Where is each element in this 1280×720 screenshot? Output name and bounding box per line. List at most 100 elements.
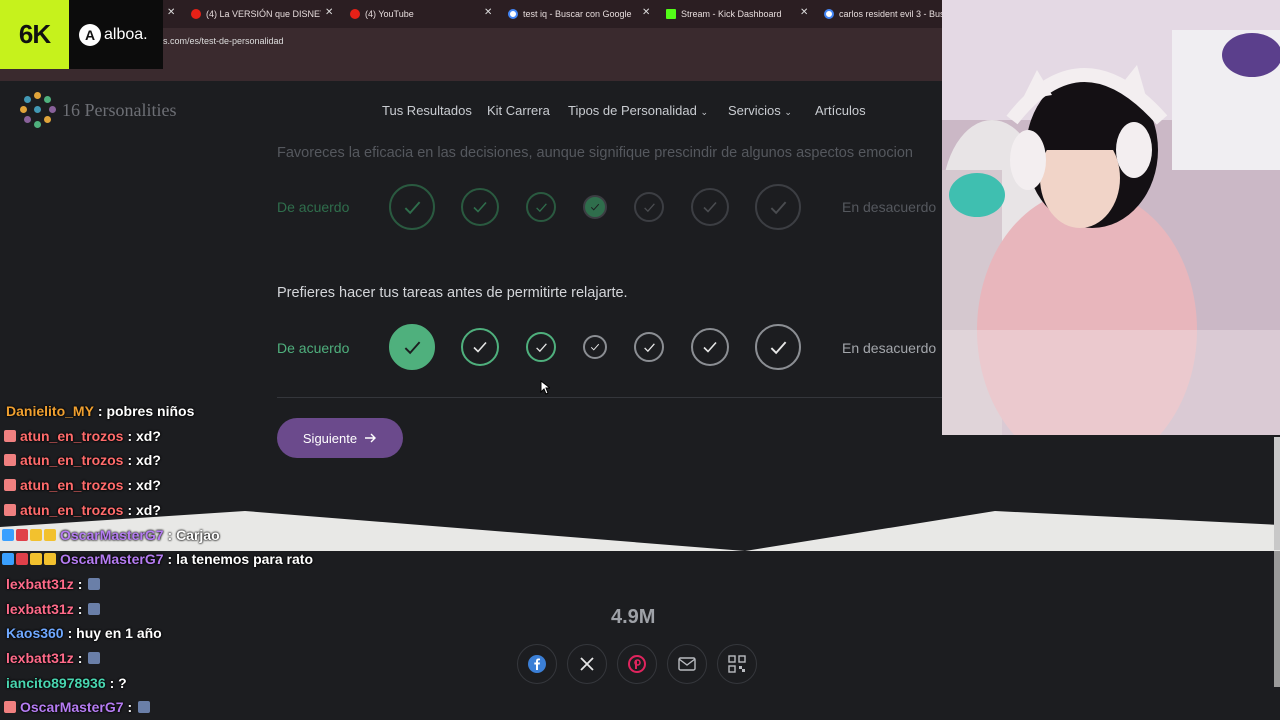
likert-option-2[interactable] [461, 328, 499, 366]
chat-message: atun_en_trozos: xd? [4, 452, 161, 468]
likert-option-6[interactable] [691, 188, 729, 226]
check-icon [535, 202, 547, 212]
chat-badge-icon [44, 553, 56, 566]
scrollbar-thumb[interactable] [1274, 437, 1280, 550]
url-text: s.com/es/test-de-personalidad [163, 36, 284, 46]
likert-option-1[interactable] [389, 184, 435, 230]
chat-message: Danielito_MY: pobres niños [4, 403, 194, 419]
likert-option-4[interactable] [583, 195, 607, 219]
youtube-icon [350, 9, 360, 19]
question-1-text: Favoreces la eficacia en las decisiones,… [277, 145, 913, 161]
likert-option-5[interactable] [634, 332, 664, 362]
nav-kit-carrera[interactable]: Kit Carrera [487, 103, 550, 118]
tab-label: Stream - Kick Dashboard [681, 9, 782, 19]
alboa-text: alboa. [104, 25, 148, 43]
chat-username: OscarMasterG7 [20, 699, 124, 716]
likert-option-7[interactable] [755, 324, 801, 370]
section-divider [277, 397, 942, 398]
close-icon[interactable]: ✕ [325, 7, 333, 18]
likert-option-5[interactable] [634, 192, 664, 222]
chat-username: OscarMasterG7 [60, 526, 164, 543]
likert-option-3[interactable] [526, 192, 556, 222]
pinterest-share-button[interactable] [617, 644, 657, 684]
email-share-button[interactable] [667, 644, 707, 684]
check-icon [770, 341, 786, 354]
tab-youtube[interactable]: (4) YouTube [350, 4, 480, 24]
chat-message: OscarMasterG7: [4, 699, 152, 715]
chat-badge-icon [2, 528, 14, 541]
youtube-icon [191, 9, 201, 19]
nav-articulos[interactable]: Artículos [815, 103, 866, 118]
chat-text: : [127, 699, 133, 716]
chat-username: atun_en_trozos [20, 501, 124, 518]
x-share-button[interactable] [567, 644, 607, 684]
chat-text: : xd? [127, 452, 161, 469]
chat-message: atun_en_trozos: xd? [4, 502, 161, 518]
qr-code-icon [728, 655, 746, 673]
next-button[interactable]: Siguiente [277, 418, 403, 458]
likert-option-1[interactable] [389, 324, 435, 370]
logo-text: 16 Personalities [62, 99, 177, 120]
chat-username: atun_en_trozos [20, 452, 124, 469]
likert-option-7[interactable] [755, 184, 801, 230]
webcam-feed [942, 0, 1280, 435]
tab-disney-video[interactable]: (4) La VERSIÓN que DISNEY nu [191, 4, 321, 24]
logo-dots-icon [20, 92, 56, 128]
tab-label: (4) YouTube [365, 9, 414, 19]
nav-label: Servicios [728, 103, 781, 118]
qr-share-button[interactable] [717, 644, 757, 684]
nav-tipos-personalidad[interactable]: Tipos de Personalidad ⌄ [568, 103, 708, 118]
check-icon [473, 201, 487, 213]
facebook-share-button[interactable] [517, 644, 557, 684]
check-icon [473, 341, 487, 353]
likert-option-3[interactable] [526, 332, 556, 362]
chat-message: atun_en_trozos: xd? [4, 477, 161, 493]
chat-message: Kaos360: huy en 1 año [4, 625, 162, 641]
overlay-alboa-logo: A alboa. [69, 0, 163, 69]
emote-icon [88, 652, 101, 664]
chat-text: : xd? [127, 427, 161, 444]
close-icon[interactable]: ✕ [484, 7, 492, 18]
tab-google-carlos[interactable]: carlos resident evil 3 - Buscar [824, 4, 942, 24]
close-icon[interactable]: ✕ [800, 7, 808, 18]
chat-text: : Carjao [167, 526, 220, 543]
likert-option-2[interactable] [461, 188, 499, 226]
check-icon [404, 201, 420, 214]
nav-tus-resultados[interactable]: Tus Resultados [382, 103, 472, 118]
chat-text: : huy en 1 año [67, 625, 162, 642]
mail-icon [678, 657, 696, 671]
chevron-down-icon: ⌄ [784, 107, 792, 117]
chat-badge-icon [30, 528, 42, 541]
question-2-disagree-label: En desacuerdo [842, 340, 937, 356]
check-icon [703, 341, 717, 353]
nav-servicios[interactable]: Servicios ⌄ [728, 103, 792, 118]
emote-icon [88, 602, 101, 615]
chat-username: atun_en_trozos [20, 477, 124, 494]
overlay-6k-logo: 6K [0, 0, 69, 69]
chat-badge-icon [2, 553, 14, 566]
close-icon[interactable]: ✕ [167, 7, 175, 18]
chat-username: atun_en_trozos [20, 427, 124, 444]
question-1-agree-label: De acuerdo [277, 199, 350, 215]
chat-badge-icon [16, 528, 28, 541]
google-icon [824, 9, 834, 19]
site-logo[interactable]: 16 Personalities [20, 92, 177, 128]
scrollbar-track[interactable] [1274, 551, 1280, 687]
x-icon [580, 657, 594, 671]
likert-option-4[interactable] [583, 335, 607, 359]
chat-username: Kaos360 [6, 625, 64, 642]
close-icon[interactable]: ✕ [642, 7, 650, 18]
chat-message: lexbatt31z: [4, 576, 102, 592]
tab-google-iq[interactable]: test iq - Buscar con Google [508, 4, 638, 24]
chat-message: iancito8978936: ? [4, 675, 127, 691]
likert-option-6[interactable] [691, 328, 729, 366]
tab-label: test iq - Buscar con Google [523, 9, 632, 19]
tab-label: (4) La VERSIÓN que DISNEY nu [206, 9, 321, 19]
pinterest-icon [628, 655, 646, 673]
tab-kick-dashboard[interactable]: Stream - Kick Dashboard [666, 4, 796, 24]
emote-icon [88, 577, 101, 590]
chat-message: atun_en_trozos: xd? [4, 428, 161, 444]
chat-username: lexbatt31z [6, 575, 74, 592]
question-2-agree-label: De acuerdo [277, 340, 350, 356]
chat-text: : [77, 650, 83, 666]
